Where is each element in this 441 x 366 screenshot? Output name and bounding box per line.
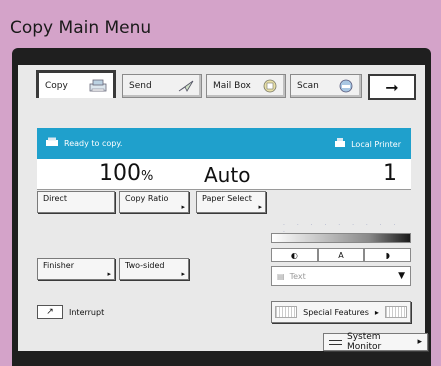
light-density-icon: ◐ (290, 250, 298, 260)
submenu-arrow-icon: ▸ (374, 307, 379, 317)
submenu-arrow-icon: ▸ (107, 270, 111, 278)
image-mode-value: Text (289, 271, 306, 281)
ratio-unit: % (141, 169, 154, 184)
auto-density-button[interactable]: A (317, 248, 365, 262)
direct-button-label: Direct (43, 194, 67, 203)
density-buttons: ◐ A ◗ (271, 248, 412, 262)
lighter-button[interactable]: ◐ (271, 248, 318, 262)
copier-icon (89, 79, 107, 93)
tab-send-label: Send (129, 81, 152, 91)
image-mode-select[interactable]: ▤ Text ▼ (271, 266, 411, 286)
finisher-button[interactable]: Finisher ▸ (37, 258, 115, 280)
pattern-left-icon (275, 306, 298, 318)
tab-scan-label: Scan (297, 81, 319, 91)
copy-ratio-label: Copy Ratio (125, 194, 169, 203)
tab-mailbox[interactable]: Mail Box (206, 74, 286, 98)
printer-label: Local Printer (351, 139, 401, 149)
paper-select-button[interactable]: Paper Select ▸ (196, 191, 266, 213)
status-message: Ready to copy. (64, 138, 123, 148)
density-scale-dots: · · · · · · · · · · (283, 222, 401, 236)
submenu-arrow-icon: ▸ (181, 203, 185, 211)
mailbox-icon (261, 79, 279, 93)
two-sided-label: Two-sided (125, 261, 165, 270)
monitor-icon (329, 339, 342, 345)
special-features-label: Special Features (303, 307, 369, 317)
tab-send[interactable]: Send (122, 74, 202, 98)
interrupt-icon: ↗ (37, 305, 63, 319)
pattern-right-icon (384, 306, 407, 318)
ratio-value: 100% (99, 161, 153, 186)
more-tabs-button[interactable]: ➞ (368, 74, 416, 100)
copier-status-icon (45, 137, 59, 149)
system-monitor-button[interactable]: System Monitor ▸ (323, 332, 428, 352)
scanner-icon (337, 79, 355, 93)
tab-mailbox-label: Mail Box (213, 81, 251, 91)
finisher-label: Finisher (43, 261, 74, 270)
direct-button[interactable]: Direct (37, 191, 115, 213)
dropdown-arrow-icon: ▼ (398, 271, 405, 281)
printer-icon (334, 137, 346, 151)
tab-scan[interactable]: Scan (290, 74, 362, 98)
tab-copy[interactable]: Copy (36, 70, 116, 98)
arrow-right-icon: ➞ (385, 77, 399, 97)
special-features-button[interactable]: Special Features ▸ (271, 301, 411, 323)
page-title: Copy Main Menu (10, 18, 152, 38)
two-sided-button[interactable]: Two-sided ▸ (119, 258, 189, 280)
dark-density-icon: ◗ (385, 250, 390, 260)
ratio-number: 100 (99, 161, 141, 186)
copies-count: 1 (383, 161, 397, 186)
text-mode-icon: ▤ (277, 271, 285, 281)
system-monitor-label: System Monitor (346, 332, 382, 352)
interrupt-button[interactable]: ↗ Interrupt (37, 303, 117, 321)
status-bar: Ready to copy. Local Printer (37, 128, 411, 159)
send-icon (177, 79, 195, 93)
darker-button[interactable]: ◗ (364, 248, 412, 262)
paper-value: Auto (204, 163, 251, 187)
paper-select-label: Paper Select (202, 194, 252, 203)
copy-ratio-button[interactable]: Copy Ratio ▸ (119, 191, 189, 213)
auto-density-label: A (338, 250, 344, 260)
density-slider[interactable] (271, 233, 411, 243)
copy-settings-display: 100% Auto 1 (37, 159, 411, 190)
tab-copy-label: Copy (45, 80, 68, 91)
submenu-arrow-icon: ▸ (181, 270, 185, 278)
submenu-arrow-icon: ▸ (258, 203, 262, 211)
submenu-arrow-icon: ▸ (417, 337, 422, 347)
interrupt-label: Interrupt (69, 307, 105, 317)
